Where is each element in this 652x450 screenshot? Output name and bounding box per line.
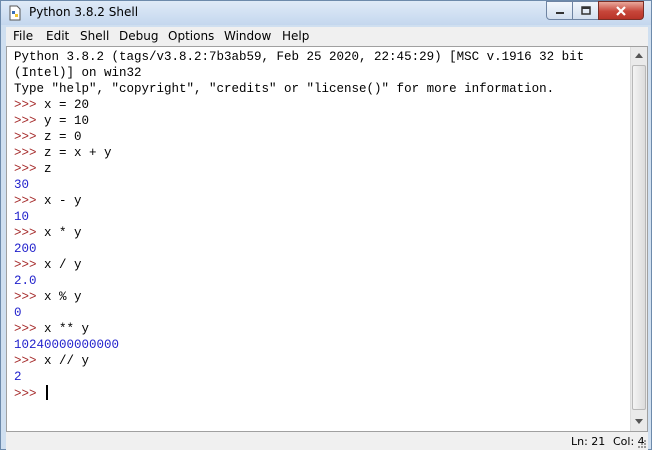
- idle-shell-window: Python 3.8.2 Shell File Edit Shell Debug…: [0, 0, 652, 450]
- input-code: z = 0: [44, 130, 82, 144]
- banner-text: Type "help", "copyright", "credits" or "…: [14, 82, 555, 96]
- shell-line: 2: [14, 369, 632, 385]
- window-title: Python 3.8.2 Shell: [29, 5, 139, 19]
- banner-text: Python 3.8.2 (tags/v3.8.2:7b3ab59, Feb 2…: [14, 50, 585, 64]
- shell-line: 30: [14, 177, 632, 193]
- scroll-up-icon: [635, 53, 643, 58]
- shell-line: >>> z = 0: [14, 129, 632, 145]
- shell-line: 2.0: [14, 273, 632, 289]
- menu-file[interactable]: File: [13, 29, 33, 43]
- prompt-text: >>>: [14, 146, 45, 160]
- maximize-button[interactable]: [572, 1, 599, 20]
- input-code: x / y: [44, 258, 82, 272]
- prompt-text: >>>: [14, 98, 45, 112]
- shell-line: 10240000000000: [14, 337, 632, 353]
- input-code: x % y: [44, 290, 82, 304]
- resize-grip-icon[interactable]: [637, 439, 647, 449]
- input-code: x * y: [44, 226, 82, 240]
- python-idle-icon: [9, 5, 21, 21]
- text-cursor: [46, 385, 49, 400]
- shell-line: >>> x - y: [14, 193, 632, 209]
- shell-line: >>> z = x + y: [14, 145, 632, 161]
- prompt-text: >>>: [14, 322, 45, 336]
- prompt-text: >>>: [14, 290, 45, 304]
- scroll-down-icon: [635, 419, 643, 424]
- shell-line: >>>: [14, 385, 632, 401]
- input-code: x ** y: [44, 322, 90, 336]
- vertical-scrollbar[interactable]: [630, 47, 647, 431]
- shell-line: >>> y = 10: [14, 113, 632, 129]
- prompt-text: >>>: [14, 130, 45, 144]
- prompt-text: >>>: [14, 194, 45, 208]
- shell-line: >>> x % y: [14, 289, 632, 305]
- shell-line: Type "help", "copyright", "credits" or "…: [14, 81, 632, 97]
- result-text: 2.0: [14, 274, 37, 288]
- shell-line: 10: [14, 209, 632, 225]
- menu-help[interactable]: Help: [282, 29, 309, 43]
- input-code: z = x + y: [44, 146, 112, 160]
- result-text: 10: [14, 210, 30, 224]
- shell-line: >>> x ** y: [14, 321, 632, 337]
- close-button[interactable]: [598, 1, 644, 20]
- prompt-text: >>>: [14, 114, 45, 128]
- status-bar: Ln: 21 Col: 4: [6, 432, 648, 450]
- result-text: 200: [14, 242, 37, 256]
- input-code: z: [44, 162, 52, 176]
- shell-line: >>> z: [14, 161, 632, 177]
- minimize-button[interactable]: [546, 1, 573, 20]
- input-code: x // y: [44, 354, 90, 368]
- shell-line: >>> x // y: [14, 353, 632, 369]
- menu-debug[interactable]: Debug: [119, 29, 158, 43]
- menu-shell[interactable]: Shell: [80, 29, 109, 43]
- scrollbar-thumb[interactable]: [632, 65, 646, 410]
- menu-edit[interactable]: Edit: [46, 29, 69, 43]
- result-text: 2: [14, 370, 22, 384]
- menu-window[interactable]: Window: [224, 29, 271, 43]
- shell-text-area[interactable]: Python 3.8.2 (tags/v3.8.2:7b3ab59, Feb 2…: [6, 46, 648, 432]
- prompt-text: >>>: [14, 258, 45, 272]
- input-code: x = 20: [44, 98, 90, 112]
- title-bar[interactable]: Python 3.8.2 Shell: [1, 1, 651, 25]
- result-text: 10240000000000: [14, 338, 120, 352]
- close-icon: [616, 5, 626, 16]
- status-line-number: Ln: 21: [571, 435, 606, 448]
- shell-line: 200: [14, 241, 632, 257]
- shell-output[interactable]: Python 3.8.2 (tags/v3.8.2:7b3ab59, Feb 2…: [14, 49, 632, 401]
- result-text: 0: [14, 306, 22, 320]
- result-text: 30: [14, 178, 30, 192]
- menu-options[interactable]: Options: [168, 29, 214, 43]
- input-code: x - y: [44, 194, 82, 208]
- prompt-text: >>>: [14, 387, 45, 401]
- maximize-icon: [580, 6, 591, 15]
- prompt-text: >>>: [14, 354, 45, 368]
- input-code: y = 10: [44, 114, 90, 128]
- shell-line: Python 3.8.2 (tags/v3.8.2:7b3ab59, Feb 2…: [14, 49, 632, 65]
- scroll-down-button[interactable]: [631, 413, 647, 430]
- minimize-icon: [555, 11, 564, 14]
- menu-bar: File Edit Shell Debug Options Window Hel…: [6, 27, 648, 47]
- shell-line: (Intel)] on win32: [14, 65, 632, 81]
- banner-text: (Intel)] on win32: [14, 66, 142, 80]
- scroll-up-button[interactable]: [631, 47, 647, 64]
- shell-line: >>> x / y: [14, 257, 632, 273]
- shell-line: >>> x * y: [14, 225, 632, 241]
- prompt-text: >>>: [14, 162, 45, 176]
- shell-line: 0: [14, 305, 632, 321]
- shell-line: >>> x = 20: [14, 97, 632, 113]
- prompt-text: >>>: [14, 226, 45, 240]
